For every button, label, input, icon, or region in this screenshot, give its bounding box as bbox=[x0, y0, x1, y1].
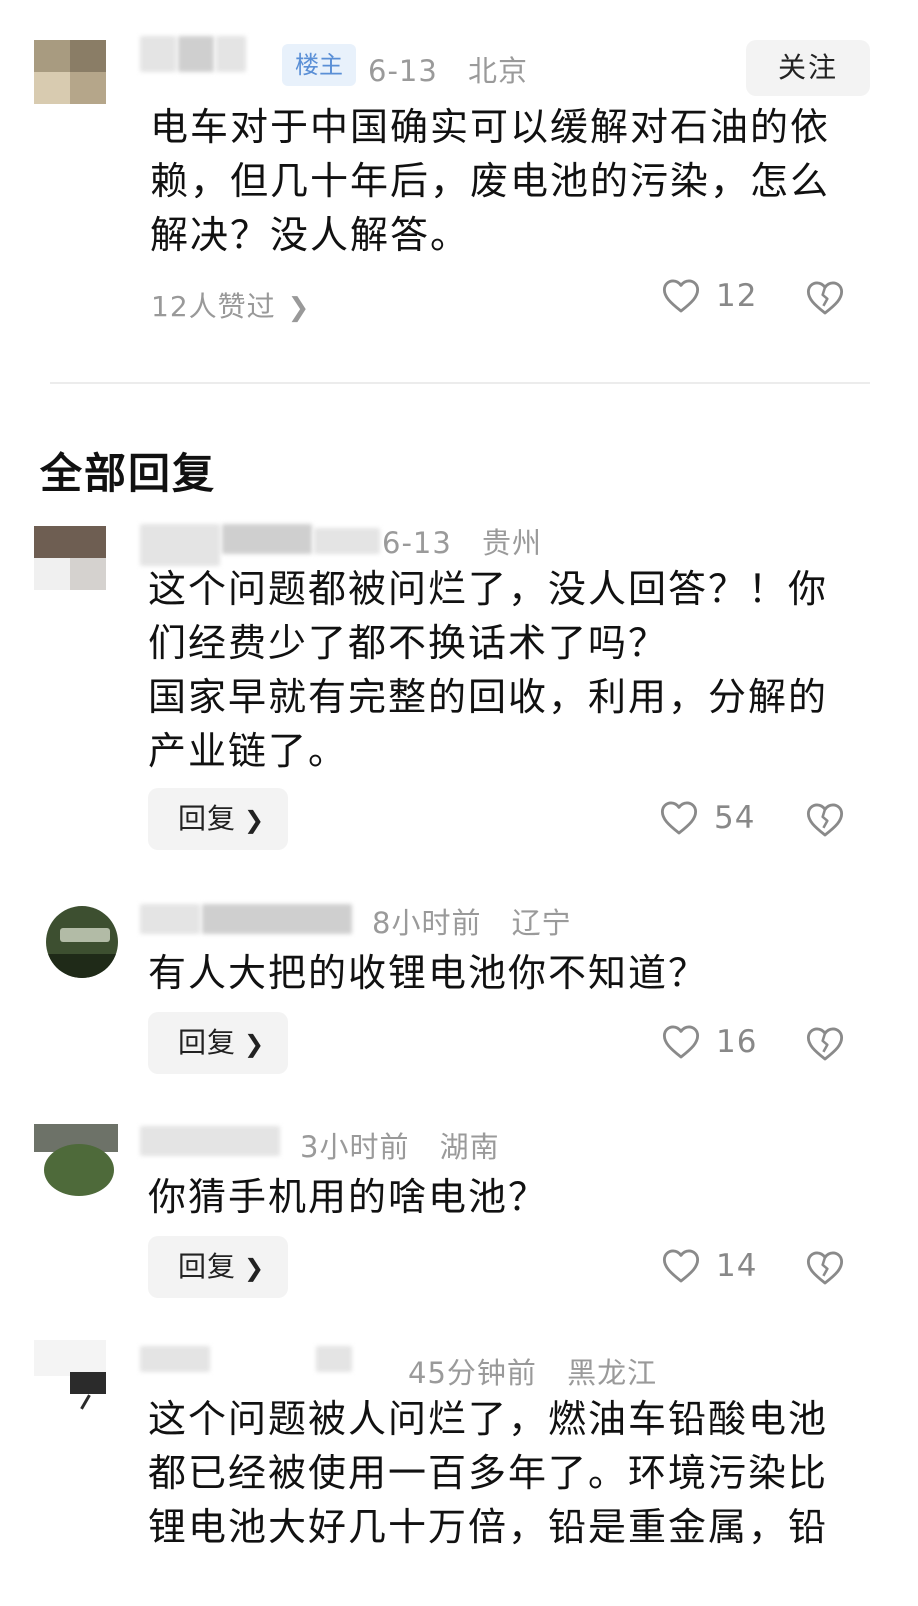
post-date: 6-13 bbox=[368, 54, 438, 88]
chevron-right-icon: ❯ bbox=[244, 1030, 266, 1058]
post-meta: 6-13 北京 bbox=[368, 48, 548, 90]
like-count: 54 bbox=[714, 800, 756, 836]
reply-button[interactable]: 回复 ❯ bbox=[148, 788, 288, 850]
avatar[interactable] bbox=[34, 526, 106, 590]
like-count: 12 bbox=[716, 278, 758, 314]
broken-heart-icon[interactable] bbox=[806, 802, 844, 838]
heart-outline-icon bbox=[662, 1249, 700, 1283]
section-title: 全部回复 bbox=[40, 449, 217, 498]
like-count: 14 bbox=[716, 1248, 758, 1284]
avatar[interactable] bbox=[34, 1340, 106, 1412]
liked-by-label: 12人赞过 bbox=[151, 290, 276, 323]
reply-button[interactable]: 回复 ❯ bbox=[148, 1236, 288, 1298]
heart-outline-icon bbox=[660, 801, 698, 835]
heart-outline-icon bbox=[662, 1025, 700, 1059]
reply-text: 这个问题都被问烂了，没人回答？！你 们经费少了都不换话术了吗？ 国家早就有完整的… bbox=[148, 567, 829, 773]
post-location: 北京 bbox=[468, 54, 529, 88]
reply-time: 8小时前 bbox=[372, 906, 482, 940]
chevron-right-icon: ❯ bbox=[287, 293, 311, 323]
username-redacted bbox=[222, 524, 312, 554]
username-redacted bbox=[140, 524, 220, 566]
reply-button-label: 回复 bbox=[178, 1250, 237, 1283]
reply-text: 有人大把的收锂电池你不知道？ bbox=[148, 951, 709, 995]
reply-text: 这个问题被人问烂了，燃油车铅酸电池 都已经被使用一百多年了。环境污染比 锂电池大… bbox=[148, 1397, 829, 1549]
like-button[interactable]: 12 bbox=[662, 278, 757, 314]
like-button[interactable]: 16 bbox=[662, 1024, 757, 1060]
username-redacted bbox=[216, 36, 246, 72]
reply-location: 湖南 bbox=[439, 1130, 500, 1164]
username-redacted bbox=[140, 904, 200, 934]
reply-location: 黑龙江 bbox=[567, 1356, 658, 1390]
chevron-right-icon: ❯ bbox=[244, 1254, 266, 1282]
reply-time: 6-13 bbox=[382, 526, 452, 560]
post-text: 电车对于中国确实可以缓解对石油的依 赖，但几十年后，废电池的污染，怎么 解决？没… bbox=[150, 105, 831, 257]
reply-meta: 6-13 贵州 bbox=[382, 520, 562, 562]
reply-button[interactable]: 回复 ❯ bbox=[148, 1012, 288, 1074]
broken-heart-icon[interactable] bbox=[806, 280, 844, 316]
reply-location: 贵州 bbox=[482, 526, 543, 560]
chevron-right-icon: ❯ bbox=[244, 806, 266, 834]
liked-by-link[interactable]: 12人赞过 ❯ bbox=[151, 285, 310, 325]
comment-thread-page: 楼主 6-13 北京 关注 电车对于中国确实可以缓解对石油的依 赖，但几十年后，… bbox=[0, 0, 918, 1606]
divider bbox=[50, 382, 870, 384]
like-count: 16 bbox=[716, 1024, 758, 1060]
follow-button[interactable]: 关注 bbox=[746, 40, 870, 96]
broken-heart-icon[interactable] bbox=[806, 1026, 844, 1062]
avatar[interactable] bbox=[34, 1124, 118, 1196]
username-redacted bbox=[140, 1126, 280, 1156]
username-redacted bbox=[314, 528, 380, 554]
username-redacted bbox=[316, 1346, 352, 1372]
reply-time: 45分钟前 bbox=[408, 1356, 537, 1390]
reply-meta: 8小时前 辽宁 bbox=[372, 900, 592, 942]
reply-button-label: 回复 bbox=[178, 802, 237, 835]
username-redacted bbox=[140, 36, 176, 72]
reply-location: 辽宁 bbox=[511, 906, 572, 940]
like-button[interactable]: 54 bbox=[660, 800, 755, 836]
avatar[interactable] bbox=[34, 40, 106, 104]
username-redacted bbox=[140, 1346, 210, 1372]
heart-outline-icon bbox=[662, 279, 700, 313]
username-redacted bbox=[178, 36, 214, 72]
reply-meta: 45分钟前 黑龙江 bbox=[408, 1350, 677, 1392]
reply-meta: 3小时前 湖南 bbox=[300, 1124, 520, 1166]
op-badge: 楼主 bbox=[282, 44, 356, 86]
reply-time: 3小时前 bbox=[300, 1130, 410, 1164]
reply-button-label: 回复 bbox=[178, 1026, 237, 1059]
broken-heart-icon[interactable] bbox=[806, 1250, 844, 1286]
main-post: 楼主 6-13 北京 关注 电车对于中国确实可以缓解对石油的依 赖，但几十年后，… bbox=[0, 0, 918, 372]
like-button[interactable]: 14 bbox=[662, 1248, 757, 1284]
username-redacted bbox=[202, 904, 352, 934]
reply-text: 你猜手机用的啥电池？ bbox=[148, 1175, 549, 1219]
avatar[interactable] bbox=[46, 906, 118, 978]
